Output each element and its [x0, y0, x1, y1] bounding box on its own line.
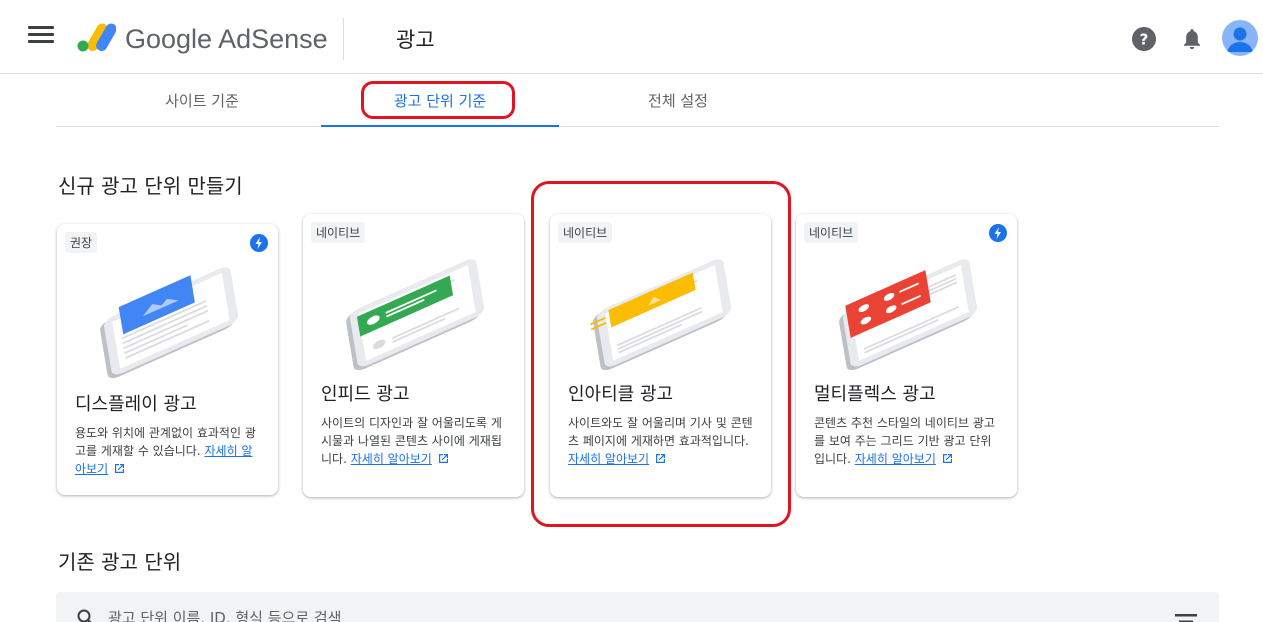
inarticle-ad-card[interactable]: 네이티브 인아티클 광고 사이트와도 잘 어울리며 기사 및 콘텐츠 페이지에 …: [550, 214, 771, 497]
external-link-icon: [656, 454, 666, 463]
external-link-icon: [942, 454, 952, 463]
search-bar: [56, 592, 1219, 622]
new-ad-unit-heading: 신규 광고 단위 만들기: [58, 174, 243, 198]
display-ad-card[interactable]: 권장 디스플레이 광고 용도와 위치에 관계없이 효과적인 광고를 게재할 수 …: [57, 224, 278, 495]
display-ad-illustration: [100, 267, 239, 379]
header-divider: [343, 18, 344, 60]
card-badge: 네이티브: [804, 222, 859, 243]
product-name: Google AdSense: [125, 24, 328, 54]
card-description: 용도와 위치에 관계없이 효과적인 광고를 게재할 수 있습니다. 자세히 알아…: [75, 424, 263, 478]
tab-global-settings[interactable]: 전체 설정: [559, 76, 797, 126]
search-input[interactable]: [108, 606, 1008, 622]
multiplex-ad-illustration: [839, 259, 978, 371]
account-avatar[interactable]: [1222, 20, 1258, 56]
card-badge: 네이티브: [311, 222, 366, 243]
card-description: 사이트와도 잘 어울리며 기사 및 콘텐츠 페이지에 게재하면 효과적입니다. …: [568, 414, 756, 468]
card-description: 사이트의 디자인과 잘 어울리도록 게시물과 나열된 콘텐츠 사이에 게재됩니다…: [321, 414, 509, 468]
tab-bar: 사이트 기준 광고 단위 기준 전체 설정: [56, 76, 1219, 127]
menu-icon[interactable]: [28, 26, 54, 48]
top-app-bar: Google AdSense 광고 ?: [0, 0, 1263, 74]
card-desc-text: 사이트와도 잘 어울리며 기사 및 콘텐츠 페이지에 게재하면 효과적입니다.: [568, 416, 753, 448]
external-link-icon: [438, 454, 448, 463]
search-icon: [77, 609, 92, 622]
existing-ad-units-heading: 기존 광고 단위: [58, 550, 182, 574]
lightning-icon: [989, 224, 1007, 242]
infeed-ad-illustration: [346, 259, 485, 371]
card-title: 디스플레이 광고: [75, 394, 197, 415]
learn-more-link[interactable]: 자세히 알아보기: [568, 452, 649, 466]
card-title: 인피드 광고: [321, 384, 410, 405]
notifications-icon[interactable]: [1181, 27, 1203, 51]
learn-more-link[interactable]: 자세히 알아보기: [855, 452, 936, 466]
card-badge: 네이티브: [558, 222, 613, 243]
page-title: 광고: [396, 28, 435, 52]
help-icon[interactable]: ?: [1132, 27, 1156, 51]
card-title: 인아티클 광고: [568, 384, 674, 405]
multiplex-ad-card[interactable]: 네이티브 멀티플렉스 광고 콘텐츠 추천 스타일의 네이티브 광고를 보여 주는…: [796, 214, 1017, 497]
lightning-icon: [250, 234, 268, 252]
inarticle-ad-illustration: [590, 259, 732, 371]
learn-more-link[interactable]: 자세히 알아보기: [351, 452, 432, 466]
infeed-ad-card[interactable]: 네이티브 인피드 광고 사이트의 디자인과 잘 어울리도록 게시물과 나열된 콘…: [303, 214, 524, 497]
card-description: 콘텐츠 추천 스타일의 네이티브 광고를 보여 주는 그리드 기반 광고 단위입…: [814, 414, 1002, 468]
external-link-icon: [115, 464, 125, 473]
svg-text:?: ?: [1140, 31, 1149, 49]
card-badge: 권장: [65, 232, 98, 253]
card-title: 멀티플렉스 광고: [814, 384, 936, 405]
adsense-logo: [77, 23, 116, 52]
filter-icon[interactable]: [1175, 614, 1197, 622]
tab-by-ad-unit[interactable]: 광고 단위 기준: [321, 76, 559, 127]
tab-by-site[interactable]: 사이트 기준: [83, 76, 321, 126]
